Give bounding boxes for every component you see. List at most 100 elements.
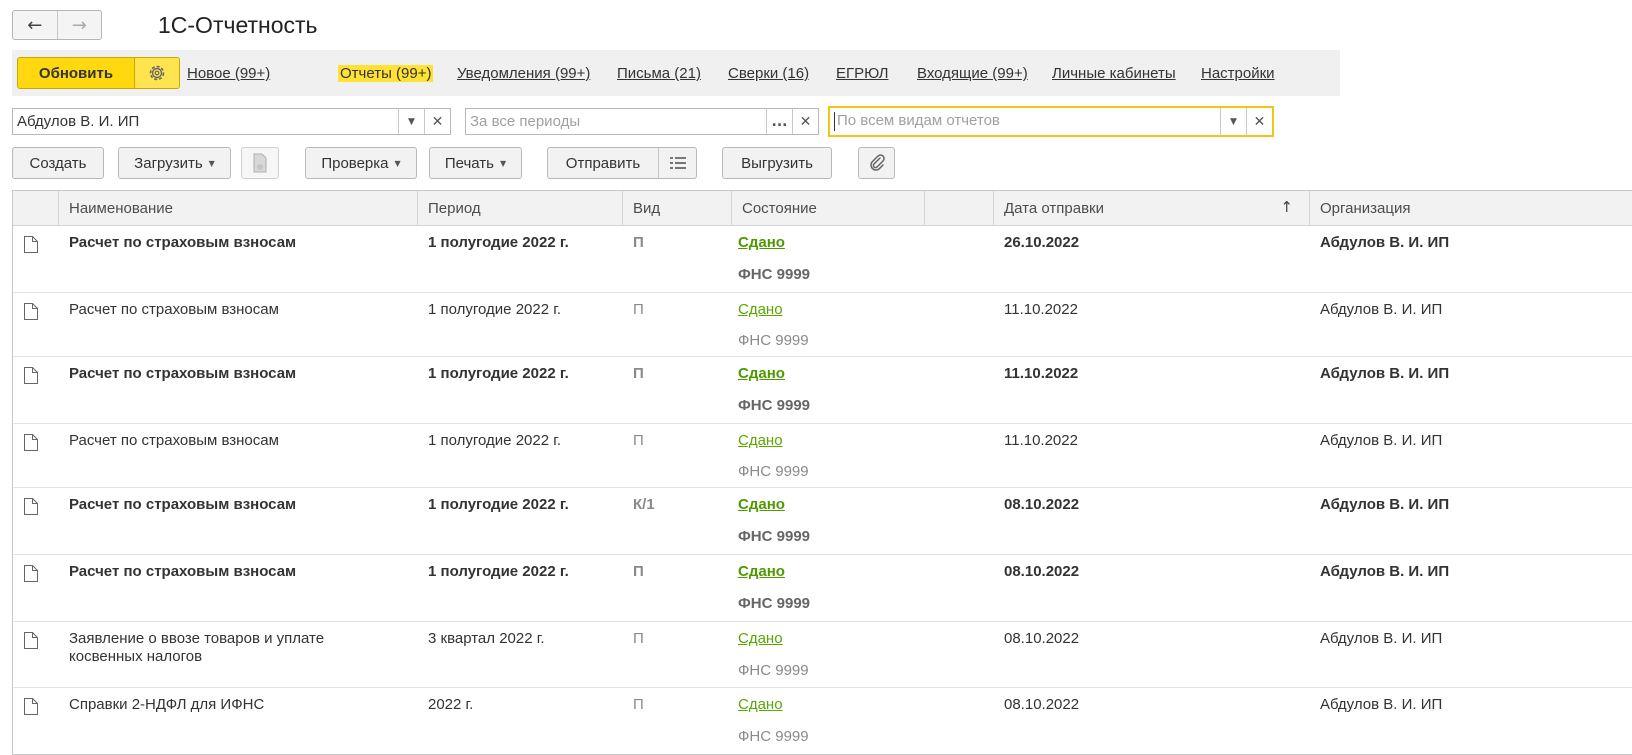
paperclip-icon bbox=[869, 154, 885, 171]
link-egrul[interactable]: ЕГРЮЛ bbox=[836, 65, 888, 82]
table-row[interactable]: Расчет по страховым взносам 1 полугодие … bbox=[13, 357, 1632, 424]
chevron-down-icon: ▼ bbox=[208, 158, 215, 168]
list-icon bbox=[669, 157, 686, 169]
report-kind-clear-button[interactable]: ✕ bbox=[1246, 108, 1272, 135]
table-row[interactable]: Расчет по страховым взносам 1 полугодие … bbox=[13, 555, 1632, 622]
check-button[interactable]: Проверка ▼ bbox=[305, 147, 417, 179]
row-status-link[interactable]: Сдано bbox=[738, 365, 785, 382]
period-clear-button[interactable]: ✕ bbox=[792, 109, 818, 134]
document-icon bbox=[24, 434, 38, 451]
header-name[interactable]: Наименование bbox=[59, 191, 418, 226]
close-icon: ✕ bbox=[799, 113, 812, 130]
table-row[interactable]: Справки 2-НДФЛ для ИФНС 2022 г. П Сдано … bbox=[13, 688, 1632, 754]
row-name: Расчет по страховым взносам bbox=[69, 496, 297, 513]
table-row[interactable]: Расчет по страховым взносам 1 полугодие … bbox=[13, 488, 1632, 555]
row-name: Заявление о ввозе товаров и уплате косве… bbox=[69, 630, 325, 665]
print-button[interactable]: Печать ▼ bbox=[429, 147, 522, 179]
row-organization: Абдулов В. И. ИП bbox=[1320, 630, 1443, 647]
organization-input[interactable]: Абдулов В. И. ИП bbox=[13, 109, 398, 134]
row-kind: П bbox=[633, 234, 644, 251]
document-icon bbox=[24, 303, 38, 320]
row-status-link[interactable]: Сдано bbox=[738, 563, 785, 580]
row-send-date: 11.10.2022 bbox=[1004, 301, 1078, 318]
table-row[interactable]: Расчет по страховым взносам 1 полугодие … bbox=[13, 226, 1632, 293]
row-status-link[interactable]: Сдано bbox=[738, 696, 783, 713]
link-personal-cabinets[interactable]: Личные кабинеты bbox=[1052, 65, 1176, 82]
header-extra[interactable] bbox=[925, 191, 994, 226]
period-select-button[interactable]: ... bbox=[766, 109, 792, 134]
arrow-right-icon: → bbox=[71, 14, 87, 36]
row-authority: ФНС 9999 bbox=[738, 463, 809, 480]
command-bar: Обновить Новое (99+) Отчеты (99+) Уведом… bbox=[12, 50, 1340, 96]
organization-dropdown-button[interactable]: ▼ bbox=[398, 109, 424, 134]
print-document-button[interactable] bbox=[241, 147, 279, 179]
export-button[interactable]: Выгрузить bbox=[722, 147, 832, 179]
row-period: 1 полугодие 2022 г. bbox=[428, 365, 569, 382]
organization-field: Абдулов В. И. ИП ▼ ✕ bbox=[12, 108, 451, 135]
settings-button[interactable] bbox=[135, 58, 179, 88]
back-button[interactable]: ← bbox=[13, 11, 57, 39]
header-status[interactable]: Состояние bbox=[732, 191, 925, 226]
link-reconciliations[interactable]: Сверки (16) bbox=[728, 65, 809, 82]
link-letters[interactable]: Письма (21) bbox=[617, 65, 701, 82]
link-reports[interactable]: Отчеты (99+) bbox=[338, 65, 434, 82]
report-kind-input[interactable]: По всем видам отчетов bbox=[834, 112, 1220, 131]
row-period: 1 полугодие 2022 г. bbox=[428, 496, 569, 513]
period-input[interactable]: За все периоды bbox=[466, 109, 766, 134]
link-incoming[interactable]: Входящие (99+) bbox=[917, 65, 1028, 82]
attach-button[interactable] bbox=[858, 147, 895, 179]
row-authority: ФНС 9999 bbox=[738, 332, 809, 349]
link-settings[interactable]: Настройки bbox=[1201, 65, 1275, 82]
row-name: Расчет по страховым взносам bbox=[69, 432, 279, 449]
row-organization: Абдулов В. И. ИП bbox=[1320, 301, 1443, 318]
row-name: Расчет по страховым взносам bbox=[69, 234, 297, 251]
load-button[interactable]: Загрузить ▼ bbox=[118, 147, 231, 179]
send-button[interactable]: Отправить bbox=[548, 148, 659, 178]
create-button[interactable]: Создать bbox=[12, 147, 104, 179]
chevron-down-icon: ▼ bbox=[499, 158, 507, 168]
organization-clear-button[interactable]: ✕ bbox=[424, 109, 450, 134]
table-row[interactable]: Расчет по страховым взносам 1 полугодие … bbox=[13, 424, 1632, 488]
refresh-button[interactable]: Обновить bbox=[18, 58, 135, 88]
row-status-link[interactable]: Сдано bbox=[738, 301, 783, 318]
row-name: Расчет по страховым взносам bbox=[69, 365, 297, 382]
table-row[interactable]: Заявление о ввозе товаров и уплате косве… bbox=[13, 622, 1632, 688]
row-name: Расчет по страховым взносам bbox=[69, 563, 297, 580]
link-new[interactable]: Новое (99+) bbox=[187, 65, 270, 82]
document-icon bbox=[24, 698, 38, 715]
header-period[interactable]: Период bbox=[418, 191, 623, 226]
row-status-link[interactable]: Сдано bbox=[738, 432, 783, 449]
row-period: 1 полугодие 2022 г. bbox=[428, 432, 562, 449]
row-send-date: 11.10.2022 bbox=[1004, 365, 1079, 382]
report-kind-dropdown-button[interactable]: ▼ bbox=[1220, 108, 1246, 135]
table-header: Наименование Период Вид Состояние Дата о… bbox=[13, 191, 1632, 226]
row-send-date: 08.10.2022 bbox=[1004, 563, 1080, 580]
chevron-down-icon: ▼ bbox=[1230, 116, 1237, 127]
row-kind: П bbox=[633, 630, 644, 647]
row-status-link[interactable]: Сдано bbox=[738, 234, 785, 251]
row-authority: ФНС 9999 bbox=[738, 728, 809, 745]
row-authority: ФНС 9999 bbox=[738, 662, 809, 679]
document-icon bbox=[24, 632, 38, 649]
header-organization[interactable]: Организация bbox=[1310, 191, 1632, 226]
row-authority: ФНС 9999 bbox=[738, 266, 811, 283]
refresh-button-group: Обновить bbox=[17, 57, 180, 89]
close-icon: ✕ bbox=[1253, 113, 1266, 130]
row-period: 2022 г. bbox=[428, 696, 474, 713]
table-row[interactable]: Расчет по страховым взносам 1 полугодие … bbox=[13, 293, 1632, 357]
forward-button[interactable]: → bbox=[56, 11, 102, 39]
page-title: 1С-Отчетность bbox=[158, 12, 318, 38]
header-kind[interactable]: Вид bbox=[623, 191, 732, 226]
print-button-label: Печать bbox=[444, 154, 494, 172]
send-button-group: Отправить bbox=[547, 147, 697, 179]
row-status-link[interactable]: Сдано bbox=[738, 630, 783, 647]
row-status-link[interactable]: Сдано bbox=[738, 496, 785, 513]
send-list-button[interactable] bbox=[659, 148, 696, 178]
document-icon bbox=[24, 236, 38, 253]
header-send-date[interactable]: Дата отправки ↑ bbox=[994, 191, 1310, 226]
chevron-down-icon: ▼ bbox=[408, 116, 415, 127]
row-kind: П bbox=[633, 301, 644, 318]
document-icon bbox=[24, 498, 38, 515]
document-icon bbox=[24, 367, 38, 384]
link-notifications[interactable]: Уведомления (99+) bbox=[457, 65, 590, 82]
